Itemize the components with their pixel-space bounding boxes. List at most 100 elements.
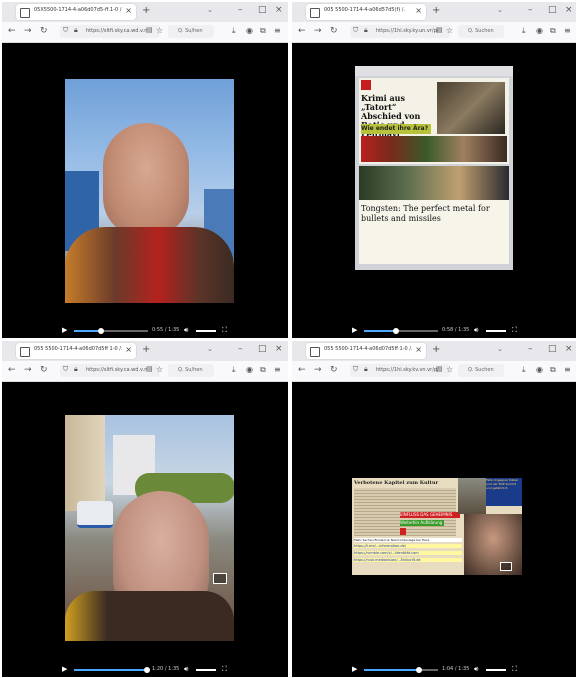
play-icon[interactable]: ▶ — [352, 326, 357, 334]
link-2[interactable]: https://rumble.com/c/...Identität.com — [354, 551, 462, 555]
extensions-icon[interactable]: ⧉ — [550, 26, 556, 36]
volume-icon[interactable]: 🔊︎ — [474, 326, 478, 335]
seek-bar[interactable] — [364, 667, 438, 673]
fullscreen-icon[interactable]: ⛶ — [512, 326, 517, 335]
chevron-down-icon[interactable]: ⌄ — [207, 345, 213, 353]
download-icon[interactable]: ⤓ — [522, 365, 526, 375]
account-icon[interactable]: ◉ — [246, 26, 253, 35]
video-player[interactable]: Krimi aus „Tatort“ Abschied von Batic un… — [355, 66, 513, 270]
menu-icon[interactable]: ≡ — [274, 26, 281, 35]
maximize-icon[interactable]: □ — [258, 344, 267, 354]
link-1[interactable]: https://t.me/...information.de/ — [354, 544, 462, 548]
volume-icon[interactable]: 🔊︎ — [184, 326, 188, 335]
seek-bar[interactable] — [74, 667, 150, 673]
picture-in-picture-icon[interactable] — [500, 562, 512, 571]
minimize-icon[interactable]: – — [238, 344, 243, 354]
volume-slider[interactable] — [486, 330, 506, 332]
menu-icon[interactable]: ≡ — [564, 365, 571, 374]
menu-icon[interactable]: ≡ — [564, 26, 571, 35]
search-input[interactable]: Q. Su/hen — [168, 364, 214, 377]
fullscreen-icon[interactable]: ⛶ — [222, 326, 227, 335]
play-icon[interactable]: ▶ — [62, 326, 67, 334]
volume-icon[interactable]: 🔊︎ — [474, 665, 478, 674]
forward-icon[interactable]: → — [314, 365, 322, 375]
extensions-icon[interactable]: ⧉ — [260, 365, 266, 375]
close-window-icon[interactable]: × — [275, 5, 283, 15]
bookmark-star-icon[interactable]: ☆ — [446, 365, 453, 374]
account-icon[interactable]: ◉ — [536, 26, 543, 35]
browser-tab[interactable]: 05X5500-1714-4-a06d07d5-ff.1-0 /. × — [16, 4, 136, 20]
minimize-icon[interactable]: – — [238, 5, 243, 15]
forward-icon[interactable]: → — [24, 365, 32, 375]
menu-icon[interactable]: ≡ — [274, 365, 281, 374]
address-bar[interactable]: ⛉ 🔒︎ https://sltfi.sky.ca.wd.v.n — [60, 364, 160, 377]
volume-slider[interactable] — [486, 669, 506, 671]
video-player[interactable] — [65, 79, 234, 303]
account-icon[interactable]: ◉ — [246, 365, 253, 374]
bookmark-star-icon[interactable]: ☆ — [156, 365, 163, 374]
search-input[interactable]: Q. Su/hen — [168, 25, 214, 38]
download-icon[interactable]: ⤓ — [232, 365, 236, 375]
minimize-icon[interactable]: – — [528, 5, 533, 15]
bookmark-star-icon[interactable]: ☆ — [446, 26, 453, 35]
seek-bar[interactable] — [364, 328, 438, 334]
volume-slider[interactable] — [196, 669, 216, 671]
extensions-icon[interactable]: ⧉ — [260, 26, 266, 36]
extensions-icon[interactable]: ⧉ — [550, 365, 556, 375]
back-icon[interactable]: ← — [298, 26, 306, 36]
fullscreen-icon[interactable]: ⛶ — [512, 665, 517, 674]
close-tab-icon[interactable]: × — [415, 6, 422, 15]
chevron-down-icon[interactable]: ⌄ — [497, 345, 503, 353]
reload-icon[interactable]: ↻ — [330, 26, 338, 36]
download-icon[interactable]: ⤓ — [232, 26, 236, 36]
reader-icon[interactable]: ▤ — [436, 365, 443, 373]
play-icon[interactable]: ▶ — [352, 665, 357, 673]
forward-icon[interactable]: → — [24, 26, 32, 36]
account-icon[interactable]: ◉ — [536, 365, 543, 374]
reader-icon[interactable]: ▤ — [146, 365, 153, 373]
play-icon[interactable]: ▶ — [62, 665, 67, 673]
video-player[interactable]: Verbotene Kapitel zum Kultur EINFLUSS DA… — [352, 478, 522, 575]
address-bar[interactable]: ⛉ 🔒︎ https://1hi.sky.ky.un.vr/p/ — [350, 25, 450, 38]
volume-slider[interactable] — [196, 330, 216, 332]
link-3[interactable]: https://rusk.mediavision/...Einkunft.de — [354, 558, 462, 562]
fullscreen-icon[interactable]: ⛶ — [222, 665, 227, 674]
close-tab-icon[interactable]: × — [125, 345, 132, 354]
search-input[interactable]: Q. Suchen — [458, 25, 504, 38]
bookmark-star-icon[interactable]: ☆ — [156, 26, 163, 35]
volume-icon[interactable]: 🔊︎ — [184, 665, 188, 674]
address-bar[interactable]: ⛉ 🔒︎ https://sltfi.sky.ca.wd.v.n — [60, 25, 160, 38]
seek-bar[interactable] — [74, 328, 148, 334]
back-icon[interactable]: ← — [8, 26, 16, 36]
address-bar[interactable]: ⛉ 🔒︎ https://1hi.sky.kv.vn.vr/p/ — [350, 364, 450, 377]
search-input[interactable]: Q. Suchen — [458, 364, 504, 377]
new-tab-icon[interactable]: + — [432, 344, 440, 355]
close-tab-icon[interactable]: × — [125, 6, 132, 15]
maximize-icon[interactable]: □ — [548, 5, 557, 15]
video-player[interactable] — [65, 415, 234, 641]
reload-icon[interactable]: ↻ — [330, 365, 338, 375]
new-tab-icon[interactable]: + — [142, 5, 150, 16]
forward-icon[interactable]: → — [314, 26, 322, 36]
back-icon[interactable]: ← — [298, 365, 306, 375]
browser-tab[interactable]: 005 5500-1714-4-a06d57d5(f) /. × — [306, 4, 426, 20]
close-window-icon[interactable]: × — [275, 344, 283, 354]
minimize-icon[interactable]: – — [528, 344, 533, 354]
close-window-icon[interactable]: × — [565, 344, 573, 354]
back-icon[interactable]: ← — [8, 365, 16, 375]
reader-icon[interactable]: ▤ — [146, 26, 153, 34]
browser-tab[interactable]: 055 5500-1714-4-a06d07d5ff 1-0 /. × — [16, 343, 136, 359]
picture-in-picture-icon[interactable] — [213, 573, 227, 584]
new-tab-icon[interactable]: + — [432, 5, 440, 16]
close-tab-icon[interactable]: × — [415, 345, 422, 354]
chevron-down-icon[interactable]: ⌄ — [497, 6, 503, 14]
maximize-icon[interactable]: □ — [258, 5, 267, 15]
chevron-down-icon[interactable]: ⌄ — [207, 6, 213, 14]
reload-icon[interactable]: ↻ — [40, 26, 48, 36]
reader-icon[interactable]: ▤ — [436, 26, 443, 34]
reload-icon[interactable]: ↻ — [40, 365, 48, 375]
maximize-icon[interactable]: □ — [548, 344, 557, 354]
download-icon[interactable]: ⤓ — [522, 26, 526, 36]
new-tab-icon[interactable]: + — [142, 344, 150, 355]
close-window-icon[interactable]: × — [565, 5, 573, 15]
